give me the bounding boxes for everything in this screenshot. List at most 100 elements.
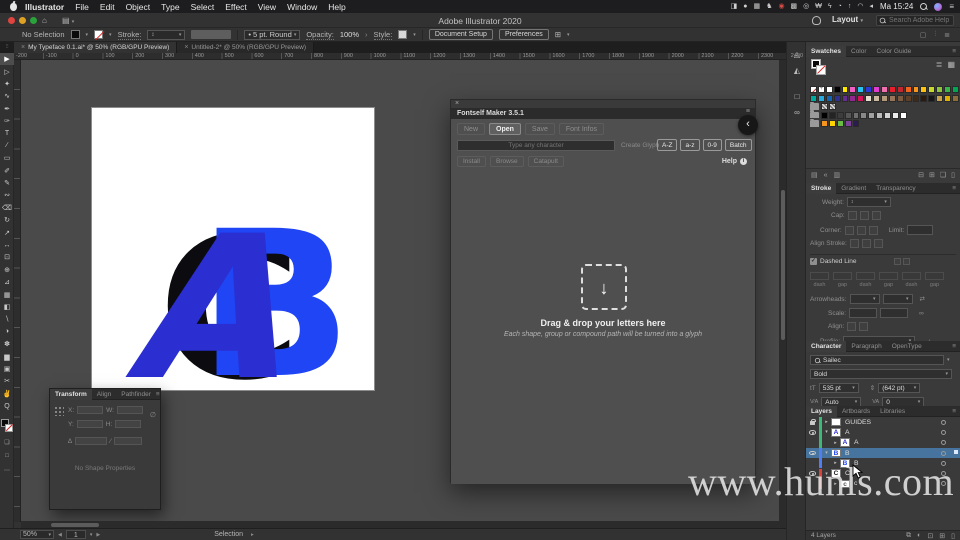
- direct-selection-tool[interactable]: ▷: [0, 65, 14, 77]
- swatch[interactable]: [821, 103, 828, 110]
- swatch[interactable]: [844, 120, 852, 127]
- quick-button-a-z[interactable]: a-z: [680, 139, 700, 151]
- fontself-tab-open[interactable]: Open: [489, 123, 521, 135]
- swatch[interactable]: [833, 94, 841, 102]
- collapsed-panel-icon-4[interactable]: ∞: [787, 106, 807, 120]
- layer-name[interactable]: B: [845, 450, 850, 457]
- sync-status-icon[interactable]: ◉: [778, 0, 784, 13]
- swatch[interactable]: [836, 111, 844, 119]
- swatch[interactable]: [841, 86, 849, 93]
- tab-color-guide[interactable]: Color Guide: [872, 46, 917, 57]
- arrow-scale-start-field[interactable]: [849, 308, 878, 318]
- swatch[interactable]: [849, 86, 857, 93]
- panel-menu-icon[interactable]: ≡: [952, 408, 956, 415]
- collect-export-icon[interactable]: ⧉: [906, 532, 911, 540]
- rotate-input[interactable]: [74, 437, 107, 445]
- swatch[interactable]: [896, 94, 904, 102]
- stroke-weight-combo[interactable]: ↕ ▾: [147, 29, 186, 40]
- collapsed-panel-icon-3[interactable]: □: [787, 90, 807, 104]
- swatch[interactable]: [892, 111, 899, 119]
- layer-name[interactable]: A: [845, 429, 850, 436]
- menubar-clock[interactable]: Ma 15:24: [880, 2, 913, 11]
- swatch[interactable]: [936, 94, 944, 102]
- preferences-button[interactable]: Preferences: [498, 29, 549, 40]
- paintbrush-tool[interactable]: ✐: [0, 165, 14, 177]
- arrow-tip-align-button[interactable]: [847, 322, 857, 331]
- expand-icon[interactable]: ▸: [822, 419, 831, 425]
- width-profile-combo[interactable]: [191, 30, 232, 39]
- tab-artboards[interactable]: Artboards: [837, 406, 875, 417]
- panel-menu-icon[interactable]: ≡: [156, 391, 160, 398]
- quick-button-a-z[interactable]: A-Z: [657, 139, 678, 151]
- round-cap-button[interactable]: [859, 211, 869, 220]
- opacity-value[interactable]: 100%: [340, 30, 359, 39]
- eye-icon[interactable]: [809, 450, 816, 456]
- butt-cap-button[interactable]: [847, 211, 857, 220]
- swatch-libraries-icon[interactable]: ▤: [811, 171, 818, 179]
- column-graph-tool[interactable]: ▆: [0, 350, 14, 362]
- horizontal-ruler[interactable]: -200 -100 0 100 200 300 400 500 600 700 800 900 1000…: [14, 53, 803, 60]
- shaper-tool[interactable]: ∾: [0, 189, 14, 201]
- layer-thumbnail[interactable]: [831, 417, 841, 427]
- fontself-close-icon[interactable]: ×: [455, 100, 459, 107]
- swatch[interactable]: [936, 86, 944, 93]
- swatch[interactable]: [881, 94, 888, 102]
- fontself-header[interactable]: Fontself Maker 3.5.1: [451, 108, 755, 119]
- tab-libraries[interactable]: Libraries: [875, 406, 910, 417]
- draw-mode-icon[interactable]: ❏: [0, 439, 14, 446]
- leading-field[interactable]: (642 pt) ▾: [878, 383, 921, 393]
- swatch[interactable]: [920, 94, 928, 102]
- expand-icon[interactable]: ▸: [831, 440, 840, 446]
- delete-layer-icon[interactable]: ▯: [951, 532, 955, 540]
- fontself-drop-zone[interactable]: ↓ Drag & drop your letters here Each sha…: [451, 170, 755, 540]
- perspective-grid-tool[interactable]: ⊿: [0, 276, 14, 288]
- menu-app-name[interactable]: Illustrator: [25, 2, 64, 12]
- menu-item-help[interactable]: Help: [328, 2, 345, 12]
- swatch[interactable]: [944, 86, 952, 93]
- tab-gradient[interactable]: Gradient: [836, 183, 871, 194]
- swatch[interactable]: [852, 111, 860, 119]
- layer-row-a[interactable]: ▾ A A: [806, 427, 960, 438]
- swatch[interactable]: [817, 86, 825, 93]
- arrowhead-start-combo[interactable]: ▾: [849, 294, 880, 304]
- layer-thumbnail[interactable]: A: [831, 428, 841, 437]
- swatch[interactable]: [928, 86, 936, 93]
- swatch[interactable]: [952, 86, 959, 93]
- status-indicator[interactable]: Selection: [214, 531, 243, 538]
- style-swatch[interactable]: [398, 30, 408, 39]
- swatch[interactable]: [841, 94, 849, 102]
- fontself-tab-new[interactable]: New: [457, 123, 486, 135]
- workspace-switcher[interactable]: Layout ▾: [832, 15, 863, 24]
- delete-swatch-icon[interactable]: ▯: [951, 171, 955, 179]
- power-status-icon[interactable]: ϟ: [828, 0, 832, 13]
- swatch[interactable]: [888, 86, 896, 93]
- menu-item-edit[interactable]: Edit: [100, 2, 115, 12]
- fontself-menu-icon[interactable]: ≡: [746, 108, 750, 115]
- opacity-chevron[interactable]: ›: [365, 30, 368, 39]
- eraser-tool[interactable]: ⌫: [0, 202, 14, 214]
- tab-swatches[interactable]: Swatches: [806, 45, 846, 57]
- swatch[interactable]: [888, 94, 896, 102]
- miter-limit-field[interactable]: [907, 225, 934, 235]
- dash-field-dash[interactable]: [902, 272, 921, 280]
- timemachine-status-icon[interactable]: ◎: [803, 0, 809, 13]
- vertical-ruler[interactable]: [14, 60, 21, 522]
- slice-tool[interactable]: ✂: [0, 375, 14, 387]
- drive-status-icon[interactable]: ▩: [791, 0, 798, 13]
- new-sublayer-icon[interactable]: ⊡: [927, 532, 933, 540]
- dash-field-gap[interactable]: [925, 272, 944, 280]
- swatch[interactable]: [873, 94, 881, 102]
- arrow-end-align-button[interactable]: [859, 322, 869, 331]
- create-glyph-button[interactable]: Create Glyph: [621, 142, 659, 149]
- scale-tool[interactable]: ↗: [0, 226, 14, 238]
- target-circle-icon[interactable]: [941, 450, 946, 456]
- tab-align[interactable]: Align: [92, 389, 116, 400]
- status-menu-icon[interactable]: ▸: [251, 532, 254, 538]
- font-family-dropdown-icon[interactable]: ▾: [947, 357, 950, 363]
- dash-field-gap[interactable]: [879, 272, 898, 280]
- tab-transform[interactable]: Transform: [50, 388, 92, 400]
- record-status-icon[interactable]: ●: [743, 0, 747, 13]
- swatch[interactable]: [821, 120, 828, 127]
- layer-thumbnail[interactable]: A: [840, 438, 850, 447]
- notification-center-icon[interactable]: ≡: [949, 2, 954, 11]
